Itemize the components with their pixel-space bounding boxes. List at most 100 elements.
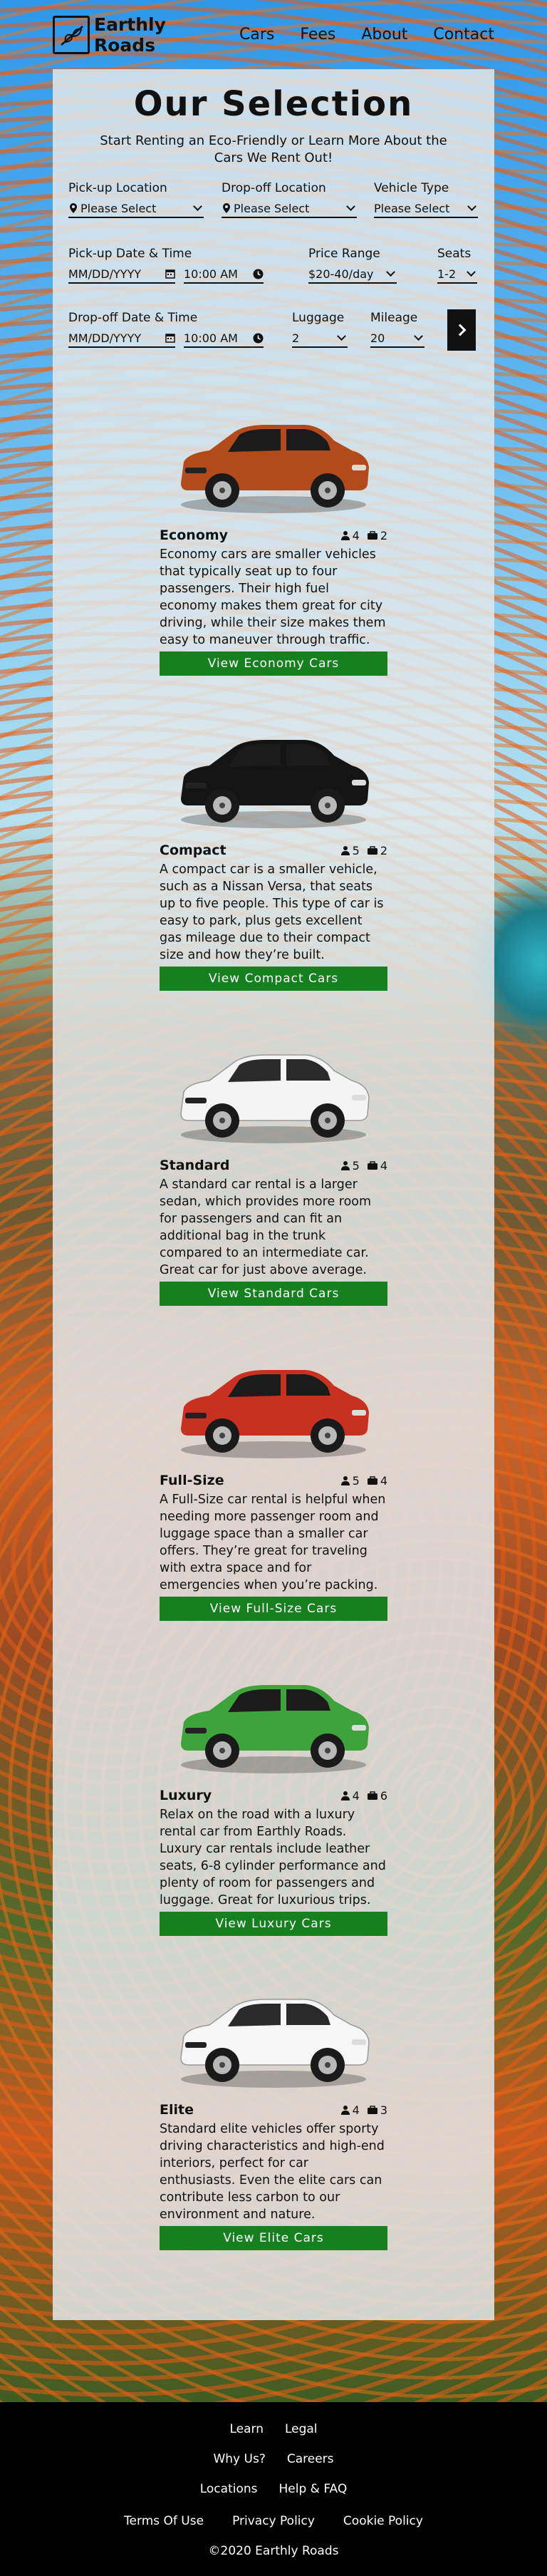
pickup-date-value: MM/DD/YYYY — [68, 267, 142, 281]
suitcase-icon — [367, 2106, 377, 2114]
footer-row-1: Learn Legal — [0, 2422, 547, 2436]
dropoff-location-field: Drop-off Location Please Select — [222, 181, 357, 218]
footer-row-4: Terms Of Use Privacy Policy Cookie Polic… — [0, 2514, 547, 2528]
bag-count-value: 2 — [380, 843, 387, 857]
card-header: Economy 4 2 — [160, 527, 387, 543]
search-submit-button[interactable] — [447, 309, 476, 351]
car-specs: 4 3 — [340, 2103, 387, 2117]
view-cars-button[interactable]: View Standard Cars — [160, 1282, 387, 1306]
seats-value: 1-2 — [437, 267, 457, 281]
vehicle-type-select[interactable]: Please Select — [374, 200, 478, 218]
car-description: A Full-Size car rental is helpful when n… — [160, 1493, 386, 1592]
brand-logo[interactable]: Earthly Roads — [53, 14, 166, 56]
footer-link-locations[interactable]: Locations — [200, 2482, 258, 2496]
page-subtitle: Start Renting an Eco-Friendly or Learn M… — [100, 133, 447, 165]
mileage-select[interactable]: 20 — [370, 329, 424, 348]
seats-select[interactable]: 1-2 — [437, 265, 477, 284]
card-header: Compact 5 2 — [160, 843, 387, 858]
car-specs: 5 4 — [340, 1474, 387, 1488]
location-pin-icon — [223, 203, 230, 213]
dropoff-date-input[interactable]: MM/DD/YYYY — [68, 329, 175, 348]
person-icon — [340, 1791, 350, 1800]
price-range-select[interactable]: $20-40/day — [308, 265, 397, 284]
dropoff-location-select[interactable]: Please Select — [222, 200, 357, 218]
pickup-location-select[interactable]: Please Select — [68, 200, 204, 218]
footer-link-help-faq[interactable]: Help & FAQ — [279, 2482, 348, 2496]
seat-count-value: 5 — [352, 843, 360, 857]
footer-link-cookies[interactable]: Cookie Policy — [343, 2514, 423, 2528]
seat-count-value: 4 — [352, 1788, 360, 1803]
clock-icon — [253, 269, 264, 279]
luggage-select[interactable]: 2 — [292, 329, 348, 348]
site-footer: Learn Legal Why Us? Careers Locations He… — [0, 2402, 547, 2576]
bag-count: 4 — [367, 1159, 387, 1173]
chevron-down-icon — [193, 201, 202, 211]
dropoff-datetime-field: Drop-off Date & Time MM/DD/YYYY 10:00 AM — [68, 311, 269, 348]
price-range-value: $20-40/day — [308, 267, 374, 281]
view-cars-button[interactable]: View Compact Cars — [160, 967, 387, 991]
chevron-right-icon — [454, 324, 467, 336]
dropoff-time-value: 10:00 AM — [184, 331, 238, 345]
footer-link-legal[interactable]: Legal — [285, 2422, 318, 2436]
card-header: Full-Size 5 4 — [160, 1473, 387, 1488]
car-specs: 4 6 — [340, 1789, 387, 1803]
bag-count-value: 2 — [380, 528, 387, 542]
car-image — [181, 1370, 369, 1458]
card-header: Elite 4 3 — [160, 2102, 387, 2118]
footer-link-why-us[interactable]: Why Us? — [213, 2452, 265, 2466]
clock-icon — [253, 333, 264, 343]
car-image — [181, 740, 369, 828]
car-class-name: Elite — [160, 2102, 194, 2118]
seat-count-value: 5 — [352, 1158, 360, 1173]
price-range-label: Price Range — [308, 247, 380, 261]
car-class-name: Luxury — [160, 1788, 212, 1803]
suitcase-icon — [367, 846, 377, 855]
chevron-down-icon — [337, 331, 346, 341]
pickup-time-input[interactable]: 10:00 AM — [184, 265, 264, 284]
seats-field: Seats 1-2 — [437, 247, 477, 284]
bag-count: 2 — [367, 529, 387, 542]
card-header: Luxury 4 6 — [160, 1788, 387, 1803]
view-cars-button[interactable]: View Economy Cars — [160, 651, 387, 676]
footer-link-learn[interactable]: Learn — [229, 2422, 264, 2436]
person-icon — [340, 531, 350, 540]
nav-fees[interactable]: Fees — [300, 26, 335, 43]
dropoff-location-label: Drop-off Location — [222, 181, 326, 195]
luggage-label: Luggage — [292, 311, 345, 325]
vehicle-type-label: Vehicle Type — [374, 181, 449, 195]
card-header: Standard 5 4 — [160, 1158, 387, 1173]
calendar-icon — [165, 269, 175, 279]
view-cars-button[interactable]: View Full-Size Cars — [160, 1597, 387, 1621]
footer-link-careers[interactable]: Careers — [287, 2452, 334, 2466]
car-description: Economy cars are smaller vehicles that t… — [160, 547, 386, 647]
car-image — [181, 1685, 369, 1773]
luggage-value: 2 — [292, 331, 300, 345]
view-cars-button[interactable]: View Luxury Cars — [160, 1912, 387, 1936]
dropoff-time-input[interactable]: 10:00 AM — [184, 329, 264, 348]
pickup-time-value: 10:00 AM — [184, 267, 238, 281]
chevron-down-icon — [386, 267, 395, 277]
nav-about[interactable]: About — [361, 26, 407, 43]
pickup-location-label: Pick-up Location — [68, 181, 167, 195]
car-image — [181, 425, 369, 513]
view-cars-button[interactable]: View Elite Cars — [160, 2226, 387, 2250]
car-card: Compact 5 2 A compact car is a smaller v… — [160, 706, 387, 991]
pickup-date-input[interactable]: MM/DD/YYYY — [68, 265, 175, 284]
suitcase-icon — [367, 1161, 377, 1170]
person-icon — [340, 1161, 350, 1170]
seat-count: 4 — [340, 529, 360, 542]
nav-cars[interactable]: Cars — [239, 26, 274, 43]
mileage-label: Mileage — [370, 311, 418, 325]
chevron-down-icon — [414, 331, 423, 341]
car-card: Elite 4 3 Standard elite vehicles offer … — [160, 1965, 387, 2250]
footer-link-privacy[interactable]: Privacy Policy — [232, 2514, 315, 2528]
bag-count-value: 4 — [380, 1473, 387, 1488]
chevron-down-icon — [346, 201, 355, 211]
chevron-down-icon — [467, 267, 476, 277]
car-card: Economy 4 2 Economy cars are smaller veh… — [160, 391, 387, 676]
seat-count: 5 — [340, 844, 360, 857]
nav-contact[interactable]: Contact — [433, 26, 494, 43]
person-icon — [340, 846, 350, 855]
footer-link-terms[interactable]: Terms Of Use — [124, 2514, 204, 2528]
seat-count: 5 — [340, 1474, 360, 1488]
